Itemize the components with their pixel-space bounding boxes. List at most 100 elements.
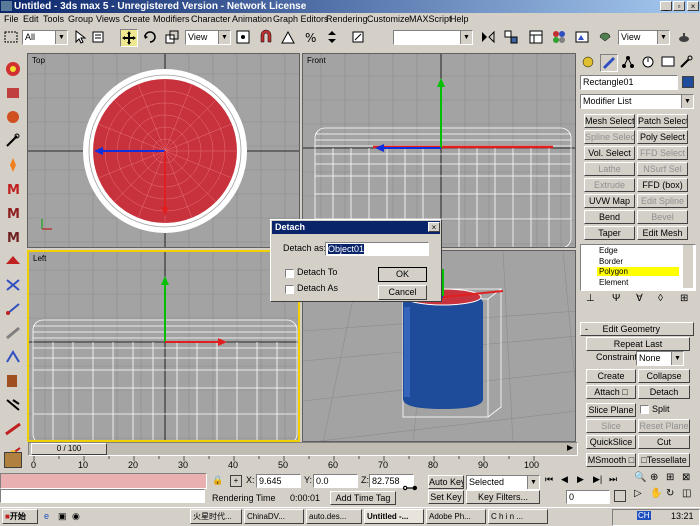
maxscript-listener-field[interactable] [0,473,207,489]
snap-toggle-icon[interactable] [258,29,276,47]
stack-item-edge[interactable]: Edge [599,246,618,255]
taskbar-item-hxsd[interactable]: 火星时代... [190,509,242,524]
menu-rendering[interactable]: Rendering [326,13,368,26]
time-slider-right-arrow-icon[interactable]: ▶ [567,443,573,452]
current-frame-input[interactable]: 0 [566,490,610,504]
y-coordinate-input[interactable]: 0.0 [313,474,358,488]
material-editor-icon[interactable] [551,29,569,47]
start-button[interactable]: ■开始 [2,509,38,524]
menu-animation[interactable]: Animation [232,13,272,26]
edit-named-selection-icon[interactable] [350,29,368,47]
cancel-button[interactable]: Cancel [378,285,427,300]
tab-panel-reactor-icon[interactable] [3,252,23,270]
quicklaunch-ie-icon[interactable]: e [44,511,49,521]
tab-panel-bones-icon[interactable] [3,324,23,342]
pivot-center-icon[interactable] [235,29,253,47]
select-scale-icon[interactable] [164,29,182,47]
zoom-icon[interactable]: 🔍 [634,472,646,483]
zoom-extents-icon[interactable]: ⊞ [666,472,674,483]
tab-panel-m2-icon[interactable]: M [3,204,23,222]
select-rotate-icon[interactable] [142,29,160,47]
set-key-button[interactable]: Set Key [428,490,464,504]
split-checkbox-row[interactable]: Split [638,404,690,416]
modify-tab-icon[interactable] [600,54,618,72]
quick-render-icon[interactable] [597,29,615,47]
select-region-icon[interactable] [3,29,21,47]
ok-button[interactable]: OK [378,267,427,282]
stack-scrollbar[interactable] [683,245,693,288]
attach-button[interactable]: Attach □ [586,385,636,399]
cut-button[interactable]: Cut [638,435,690,449]
detach-to-element-checkbox[interactable] [285,269,294,278]
uvw-map-button[interactable]: UVW Map [584,194,635,208]
tessellate-button[interactable]: □Tessellate [638,453,690,467]
mesh-select-button[interactable]: Mesh Select [584,114,635,128]
edit-mesh-button[interactable]: Edit Mesh [637,226,688,240]
spinner-snap-icon[interactable] [324,29,342,47]
max-viewport-toggle-icon[interactable] [4,452,22,468]
next-frame-icon[interactable]: ▶| [593,474,602,485]
stack-item-border[interactable]: Border [599,257,623,266]
pan-icon[interactable]: ✋ [650,488,662,499]
select-move-icon[interactable] [120,29,138,47]
key-filters-button[interactable]: Key Filters... [466,490,540,504]
go-to-start-icon[interactable]: ⏮ [545,474,553,485]
tab-panel-render-icon[interactable] [3,372,23,390]
viewport-left[interactable]: Left [27,250,300,442]
render-scene-icon[interactable] [574,29,592,47]
motion-tab-icon[interactable] [640,54,658,72]
tab-panel-systems-icon[interactable] [3,348,23,366]
minimize-icon[interactable]: _ [660,1,672,11]
maximize-viewport-icon[interactable]: ◫ [682,488,691,499]
menu-views[interactable]: Views [96,13,120,26]
auto-key-button[interactable]: Auto Key [428,475,464,489]
maximize-icon[interactable]: ▫ [673,1,685,11]
slice-plane-button[interactable]: Slice Plane [586,403,636,417]
timeline-ruler[interactable]: 0 10 20 30 40 50 60 70 80 90 100 [28,456,578,470]
select-object-icon[interactable] [72,29,90,47]
show-end-result-icon[interactable]: Ψ [612,293,620,304]
absolute-mode-icon[interactable]: + [230,475,242,487]
app-icon[interactable] [1,1,12,11]
modifier-list-dropdown[interactable]: Modifier List ▼ [580,94,694,109]
selection-filter-dropdown[interactable]: All ▼ [22,30,68,45]
reference-coordinate-dropdown[interactable]: View ▼ [185,30,231,45]
menu-edit[interactable]: Edit [23,13,39,26]
detach-as-clone-checkbox[interactable] [285,285,294,294]
detach-button[interactable]: Detach [638,385,690,399]
track-view-icon[interactable] [528,29,546,47]
pin-stack-icon[interactable]: ⊥ [586,293,595,304]
viewport-label-top[interactable]: Top [32,56,45,65]
angle-snap-icon[interactable] [280,29,298,47]
key-filter-selection-dropdown[interactable]: Selected ▼ [466,475,540,490]
spline-select-button[interactable]: Spline Select [584,130,635,144]
create-button[interactable]: Create [586,369,636,383]
taskbar-item-china[interactable]: C h i n ... [488,509,548,524]
constraints-dropdown[interactable]: None ▼ [636,351,684,366]
extrude-button[interactable]: Extrude [584,178,635,192]
remove-modifier-icon[interactable]: ◊ [658,293,663,304]
configure-modifier-sets-icon[interactable]: ⊞ [680,293,688,304]
viewport-label-left[interactable]: Left [33,254,46,263]
close-icon[interactable]: × [687,1,699,11]
repeat-last-button[interactable]: Repeat Last [586,337,690,351]
menu-create[interactable]: Create [123,13,150,26]
detach-as-input[interactable]: Object01 [325,242,429,256]
menu-group[interactable]: Group [68,13,93,26]
x-coordinate-input[interactable]: 9.645 [256,474,301,488]
taskbar-item-untitled[interactable]: Untitled -... [364,509,424,524]
quick-render-teapot-icon[interactable] [676,29,694,47]
mirror-icon[interactable] [480,29,498,47]
quicklaunch-desktop-icon[interactable]: ▣ [58,511,67,522]
poly-select-button[interactable]: Poly Select [637,130,688,144]
ffd-box-button[interactable]: FFD (box) [637,178,688,192]
dialog-close-icon[interactable]: × [428,222,440,232]
field-of-view-icon[interactable]: ▷ [634,488,642,499]
tab-panel-objects-icon[interactable] [3,60,23,78]
taskbar-item-chinadv[interactable]: ChinaDV... [244,509,304,524]
ime-indicator[interactable]: CH [637,511,651,520]
stack-item-polygon[interactable]: Polygon [597,267,679,276]
menu-graph-editors[interactable]: Graph Editors [273,13,329,26]
hierarchy-tab-icon[interactable] [620,54,638,72]
render-view-dropdown[interactable]: View ▼ [618,30,670,45]
